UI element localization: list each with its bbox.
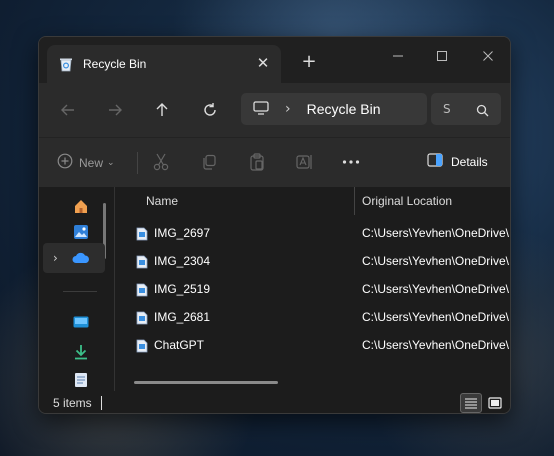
horizontal-scrollbar[interactable] xyxy=(134,381,278,384)
gallery-icon xyxy=(73,224,89,244)
file-row[interactable]: ChatGPT C:\Users\Yevhen\OneDrive\I xyxy=(116,331,511,359)
status-divider xyxy=(101,396,102,410)
up-arrow-icon[interactable] xyxy=(153,101,171,119)
new-button-label: New xyxy=(79,156,104,170)
image-file-icon xyxy=(136,254,148,269)
image-file-icon xyxy=(136,282,148,297)
details-view-button[interactable] xyxy=(460,393,482,413)
paste-icon[interactable] xyxy=(247,152,267,172)
sidebar-item-gallery[interactable] xyxy=(71,225,91,243)
navigation-pane: › xyxy=(39,187,115,391)
breadcrumb-separator[interactable]: › xyxy=(285,101,291,117)
tab-title: Recycle Bin xyxy=(83,57,147,71)
file-row[interactable]: IMG_2681 C:\Users\Yevhen\OneDrive\I xyxy=(116,303,511,331)
column-resize-handle[interactable] xyxy=(354,187,355,215)
search-box[interactable]: S xyxy=(431,93,501,125)
image-file-icon xyxy=(136,338,148,353)
file-name: IMG_2697 xyxy=(154,226,211,240)
file-original-location: C:\Users\Yevhen\OneDrive\I xyxy=(362,338,511,352)
copy-icon[interactable] xyxy=(199,152,219,172)
file-original-location: C:\Users\Yevhen\OneDrive\I xyxy=(362,282,511,296)
file-explorer-window: Recycle Bin ✕ + › Recycle Bin S New ⌄ De… xyxy=(38,36,511,414)
monitor-icon xyxy=(253,100,269,119)
file-row[interactable]: IMG_2304 C:\Users\Yevhen\OneDrive\I xyxy=(116,247,511,275)
file-original-location: C:\Users\Yevhen\OneDrive\I xyxy=(362,310,511,324)
details-pane-button[interactable]: Details xyxy=(427,152,488,171)
column-header-name[interactable]: Name xyxy=(146,187,178,215)
tiles-view-icon xyxy=(488,394,502,413)
breadcrumb-recycle-bin[interactable]: Recycle Bin xyxy=(307,101,381,117)
details-label: Details xyxy=(451,154,488,169)
command-bar: New ⌄ Details xyxy=(39,137,510,187)
desktop-icon xyxy=(73,313,89,332)
item-count: 5 items xyxy=(53,396,92,410)
forward-arrow-icon[interactable] xyxy=(106,101,124,119)
back-arrow-icon[interactable] xyxy=(59,101,77,119)
rename-icon[interactable] xyxy=(295,152,315,172)
document-icon xyxy=(74,372,88,392)
sidebar-item-downloads[interactable] xyxy=(71,345,91,363)
tab-close-icon[interactable]: ✕ xyxy=(255,54,271,72)
recycle-bin-icon xyxy=(59,56,73,72)
file-original-location: C:\Users\Yevhen\OneDrive\I xyxy=(362,226,511,240)
chevron-down-icon: ⌄ xyxy=(107,158,115,168)
cloud-icon xyxy=(72,249,90,268)
file-name: IMG_2304 xyxy=(154,254,211,268)
sidebar-item-home[interactable] xyxy=(71,199,91,217)
file-original-location: C:\Users\Yevhen\OneDrive\I xyxy=(362,254,511,268)
file-row[interactable]: IMG_2697 C:\Users\Yevhen\OneDrive\I xyxy=(116,219,511,247)
details-pane-icon xyxy=(427,152,443,171)
address-bar[interactable]: › Recycle Bin xyxy=(241,93,427,125)
plus-circle-icon xyxy=(57,153,73,173)
download-icon xyxy=(74,344,88,364)
large-icons-view-button[interactable] xyxy=(484,393,506,413)
toolbar-divider xyxy=(137,152,138,174)
tab-recycle-bin[interactable]: Recycle Bin ✕ xyxy=(47,45,281,83)
new-tab-button[interactable]: + xyxy=(301,51,317,72)
image-file-icon xyxy=(136,226,148,241)
sidebar-item-desktop[interactable] xyxy=(71,313,91,331)
search-icon xyxy=(476,102,489,121)
refresh-icon[interactable] xyxy=(201,101,219,119)
new-button[interactable]: New ⌄ xyxy=(57,153,115,173)
column-header-original-location[interactable]: Original Location xyxy=(362,187,452,215)
navigation-bar: › Recycle Bin S xyxy=(39,83,510,137)
file-name: IMG_2519 xyxy=(154,282,211,296)
maximize-button[interactable] xyxy=(431,45,453,67)
home-icon xyxy=(73,198,89,218)
file-name: ChatGPT xyxy=(154,338,205,352)
minimize-button[interactable] xyxy=(387,45,409,67)
search-input[interactable]: S xyxy=(443,102,463,116)
sidebar-divider xyxy=(63,291,97,292)
image-file-icon xyxy=(136,310,148,325)
explorer-body: › Name Original Location IMG_2697 C:\Use… xyxy=(39,187,511,391)
list-view-icon xyxy=(464,394,478,413)
expand-chevron-icon[interactable]: › xyxy=(53,251,58,265)
status-bar: 5 items xyxy=(39,391,510,413)
file-list: ^ Name Original Location IMG_2697 C:\Use… xyxy=(116,187,511,391)
sort-indicator-icon: ^ xyxy=(242,187,250,192)
sidebar-item-documents[interactable] xyxy=(71,373,91,391)
close-button[interactable] xyxy=(477,45,499,67)
file-name: IMG_2681 xyxy=(154,310,211,324)
file-row[interactable]: IMG_2519 C:\Users\Yevhen\OneDrive\I xyxy=(116,275,511,303)
cut-icon[interactable] xyxy=(151,152,171,172)
sidebar-item-onedrive[interactable] xyxy=(71,249,91,267)
more-options-icon[interactable] xyxy=(341,152,361,172)
title-bar: Recycle Bin ✕ + xyxy=(39,37,510,83)
